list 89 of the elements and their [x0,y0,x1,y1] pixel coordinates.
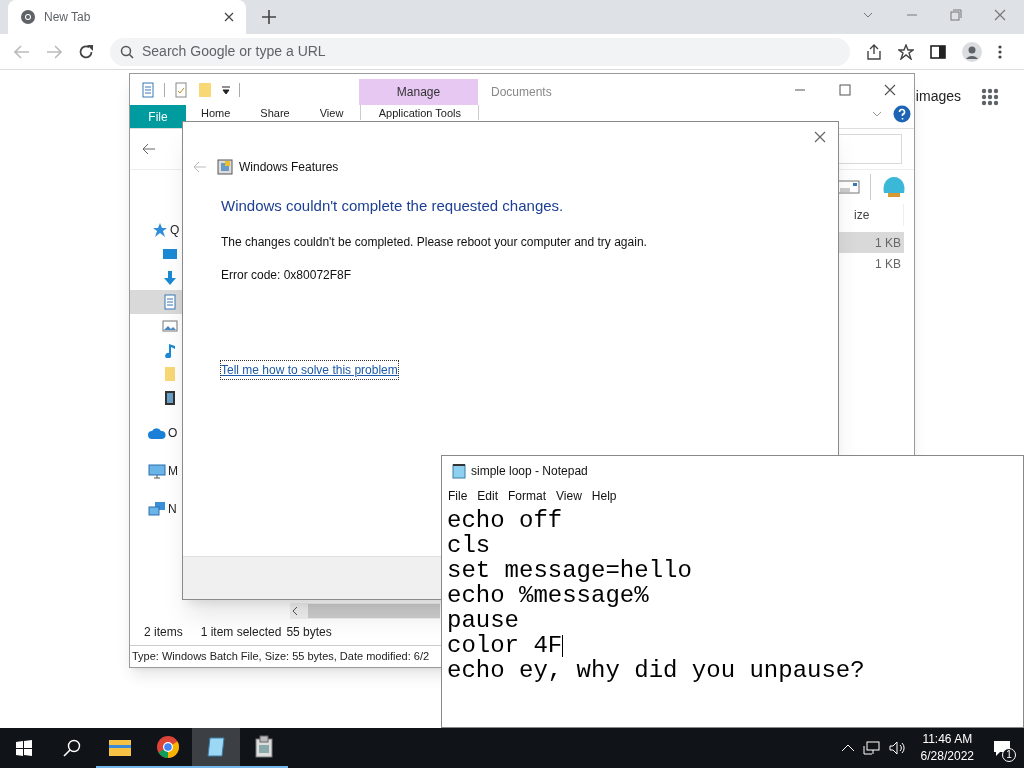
back-arrow-icon [193,161,207,173]
clock-date[interactable]: 6/28/2022 [920,748,974,765]
back-arrow-icon [142,143,156,155]
address-placeholder: Search Google or type a URL [142,42,326,61]
ribbon-tab[interactable]: Application Tools [360,105,480,120]
sidebar-item[interactable]: N [168,500,177,518]
tab-title: New Tab [44,9,92,26]
notification-button[interactable]: 1 [980,728,1024,768]
restore-icon [950,9,962,21]
plus-icon [262,10,276,24]
chrome-icon [156,735,180,759]
ribbon-tab[interactable]: View [304,105,359,120]
network-icon [862,740,881,756]
clock-time[interactable]: 11:46 AM [922,731,973,748]
cloud-icon [148,425,166,441]
window-title: simple loop - Notepad [471,463,588,480]
help-link[interactable]: Tell me how to solve this problem [221,360,398,379]
reload-icon [78,43,94,60]
dialog-heading: Windows couldn't complete the requested changes. [221,196,564,216]
sidebar-item[interactable]: O [168,424,178,442]
maximize-icon [839,83,851,96]
close-icon [994,9,1006,21]
status-text: 55 bytes [286,624,332,641]
folder-icon [197,81,213,98]
code-line: echo %message% [447,583,649,608]
folder-icon [108,737,132,757]
windows-icon [16,740,32,756]
context-group-label: Manage [359,79,478,105]
search-icon [63,739,81,757]
network-icon [148,501,166,517]
document-icon [140,81,156,98]
profile-icon [962,41,982,62]
close-icon [884,83,896,96]
scrollbar[interactable] [290,603,440,619]
dialog-title: Windows Features [239,159,339,176]
checklist-icon [173,81,189,98]
menu-item[interactable]: Format [508,487,547,505]
code-line: echo off [447,508,563,533]
forward-arrow-icon [46,44,62,59]
desktop-icon [162,246,178,262]
code-line: set message=hello [447,558,692,583]
address-bar[interactable]: Search Google or type a URL [110,37,850,66]
new-tab-button[interactable] [262,10,276,24]
status-text: 1 item selected [200,624,282,641]
notification-badge: 1 [1002,748,1016,762]
side-panel-icon [930,43,946,60]
menu-item[interactable]: View [556,487,582,505]
features-icon [217,159,233,175]
speaker-icon [888,740,907,756]
down-arrow-icon [162,270,178,286]
close-icon [814,131,826,143]
menu-icon [998,43,1002,60]
document-icon [162,294,178,310]
close-button[interactable] [812,129,828,145]
installer-icon [254,735,274,759]
monitor-icon [148,463,166,479]
ribbon-tab[interactable]: Share [245,105,305,120]
share-icon [866,43,882,60]
chevron-up-icon [840,743,855,753]
code-line: pause [447,608,519,633]
table-cell-text: 1 KB [874,255,902,273]
taskbar-app[interactable] [192,728,240,768]
menu-item[interactable]: File [448,487,468,505]
sidebar-item[interactable]: M [168,462,178,480]
help-icon [893,105,911,123]
back-arrow-icon [14,44,30,59]
code-line: cls [447,533,491,558]
ribbon-tab[interactable]: Home [186,105,246,120]
apps-grid-icon [981,87,999,106]
menu-item[interactable]: Edit [477,487,499,505]
sidebar-item[interactable]: Q [170,221,180,239]
music-note-icon [162,342,178,358]
search-icon [120,44,134,59]
dialog-message: The changes couldn't be completed. Please reboot your computer and try again. [221,233,647,251]
chrome-icon [20,9,36,25]
page-link[interactable]: images [915,86,961,107]
menu-item[interactable]: Help [591,487,617,505]
scroll-left-icon [290,606,300,616]
close-icon [224,12,234,22]
status-text: 2 items [144,624,183,641]
star-icon [152,222,168,238]
image-icon [162,318,178,334]
folder-icon [162,366,178,382]
star-icon [898,43,914,60]
error-code: Error code: 0x80072F8F [221,266,352,284]
column-header[interactable]: ize [854,206,870,224]
window-title: Documents [491,84,552,101]
dropdown-icon [221,84,231,95]
browser-tab[interactable]: New Tab [8,0,246,34]
